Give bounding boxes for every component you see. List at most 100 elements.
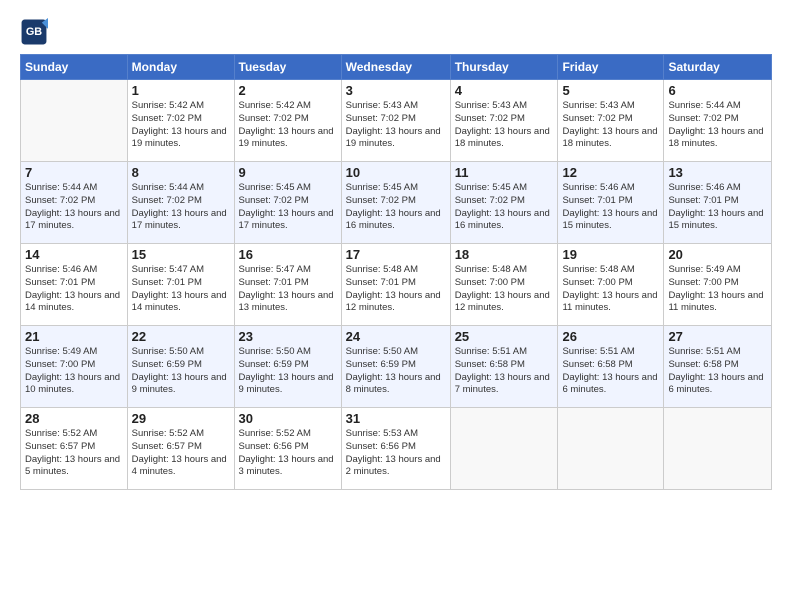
- day-number: 2: [239, 83, 337, 98]
- day-number: 25: [455, 329, 554, 344]
- day-info: Sunrise: 5:52 AMSunset: 6:57 PMDaylight:…: [132, 428, 230, 479]
- day-info: Sunrise: 5:44 AMSunset: 7:02 PMDaylight:…: [25, 182, 123, 233]
- calendar-cell: 11 Sunrise: 5:45 AMSunset: 7:02 PMDayligh…: [450, 162, 558, 244]
- calendar-cell: 19 Sunrise: 5:48 AMSunset: 7:00 PMDayligh…: [558, 244, 664, 326]
- day-info: Sunrise: 5:43 AMSunset: 7:02 PMDaylight:…: [562, 100, 659, 151]
- day-info: Sunrise: 5:45 AMSunset: 7:02 PMDaylight:…: [346, 182, 446, 233]
- day-info: Sunrise: 5:50 AMSunset: 6:59 PMDaylight:…: [132, 346, 230, 397]
- day-info: Sunrise: 5:43 AMSunset: 7:02 PMDaylight:…: [455, 100, 554, 151]
- calendar-week-row: 28 Sunrise: 5:52 AMSunset: 6:57 PMDayligh…: [21, 408, 772, 490]
- day-info: Sunrise: 5:46 AMSunset: 7:01 PMDaylight:…: [668, 182, 767, 233]
- weekday-wednesday: Wednesday: [341, 55, 450, 80]
- day-number: 15: [132, 247, 230, 262]
- day-info: Sunrise: 5:43 AMSunset: 7:02 PMDaylight:…: [346, 100, 446, 151]
- day-number: 3: [346, 83, 446, 98]
- day-number: 22: [132, 329, 230, 344]
- calendar-cell: 9Sunrise: 5:45 AMSunset: 7:02 PMDaylight…: [234, 162, 341, 244]
- day-number: 7: [25, 165, 123, 180]
- day-number: 17: [346, 247, 446, 262]
- calendar-week-row: 7 Sunrise: 5:44 AMSunset: 7:02 PMDaylight…: [21, 162, 772, 244]
- svg-text:GB: GB: [26, 26, 42, 38]
- calendar-cell: 13 Sunrise: 5:46 AMSunset: 7:01 PMDayligh…: [664, 162, 772, 244]
- weekday-header-row: SundayMondayTuesdayWednesdayThursdayFrid…: [21, 55, 772, 80]
- day-info: Sunrise: 5:46 AMSunset: 7:01 PMDaylight:…: [25, 264, 123, 315]
- day-number: 23: [239, 329, 337, 344]
- calendar-cell: 27 Sunrise: 5:51 AMSunset: 6:58 PMDayligh…: [664, 326, 772, 408]
- logo-icon: GB: [20, 18, 48, 46]
- day-number: 1: [132, 83, 230, 98]
- calendar-cell: 8Sunrise: 5:44 AMSunset: 7:02 PMDaylight…: [127, 162, 234, 244]
- calendar-cell: [558, 408, 664, 490]
- page: GB SundayMondayTuesdayWednesdayThursdayF…: [0, 0, 792, 500]
- day-info: Sunrise: 5:47 AMSunset: 7:01 PMDaylight:…: [132, 264, 230, 315]
- calendar-cell: 26 Sunrise: 5:51 AMSunset: 6:58 PMDayligh…: [558, 326, 664, 408]
- calendar-cell: 25 Sunrise: 5:51 AMSunset: 6:58 PMDayligh…: [450, 326, 558, 408]
- day-number: 27: [668, 329, 767, 344]
- weekday-saturday: Saturday: [664, 55, 772, 80]
- day-number: 10: [346, 165, 446, 180]
- day-info: Sunrise: 5:48 AMSunset: 7:01 PMDaylight:…: [346, 264, 446, 315]
- day-info: Sunrise: 5:51 AMSunset: 6:58 PMDaylight:…: [562, 346, 659, 397]
- day-info: Sunrise: 5:45 AMSunset: 7:02 PMDaylight:…: [455, 182, 554, 233]
- calendar-cell: 23 Sunrise: 5:50 AMSunset: 6:59 PMDayligh…: [234, 326, 341, 408]
- weekday-tuesday: Tuesday: [234, 55, 341, 80]
- calendar-cell: 5Sunrise: 5:43 AMSunset: 7:02 PMDaylight…: [558, 80, 664, 162]
- calendar-cell: 28 Sunrise: 5:52 AMSunset: 6:57 PMDayligh…: [21, 408, 128, 490]
- calendar-cell: 16Sunrise: 5:47 AMSunset: 7:01 PMDayligh…: [234, 244, 341, 326]
- logo: GB: [20, 18, 50, 46]
- calendar-cell: 3 Sunrise: 5:43 AMSunset: 7:02 PMDaylight…: [341, 80, 450, 162]
- day-info: Sunrise: 5:44 AMSunset: 7:02 PMDaylight:…: [132, 182, 230, 233]
- calendar-cell: [450, 408, 558, 490]
- calendar-cell: 15 Sunrise: 5:47 AMSunset: 7:01 PMDayligh…: [127, 244, 234, 326]
- day-number: 21: [25, 329, 123, 344]
- day-number: 12: [562, 165, 659, 180]
- calendar-cell: 21 Sunrise: 5:49 AMSunset: 7:00 PMDayligh…: [21, 326, 128, 408]
- calendar-cell: 31 Sunrise: 5:53 AMSunset: 6:56 PMDayligh…: [341, 408, 450, 490]
- calendar-cell: 14Sunrise: 5:46 AMSunset: 7:01 PMDayligh…: [21, 244, 128, 326]
- day-number: 13: [668, 165, 767, 180]
- day-number: 26: [562, 329, 659, 344]
- day-info: Sunrise: 5:52 AMSunset: 6:57 PMDaylight:…: [25, 428, 123, 479]
- calendar-cell: 2Sunrise: 5:42 AMSunset: 7:02 PMDaylight…: [234, 80, 341, 162]
- calendar-cell: 30 Sunrise: 5:52 AMSunset: 6:56 PMDayligh…: [234, 408, 341, 490]
- calendar-cell: [664, 408, 772, 490]
- calendar-cell: 10 Sunrise: 5:45 AMSunset: 7:02 PMDayligh…: [341, 162, 450, 244]
- day-number: 31: [346, 411, 446, 426]
- day-info: Sunrise: 5:44 AMSunset: 7:02 PMDaylight:…: [668, 100, 767, 151]
- day-info: Sunrise: 5:42 AMSunset: 7:02 PMDaylight:…: [132, 100, 230, 151]
- calendar-cell: 7 Sunrise: 5:44 AMSunset: 7:02 PMDaylight…: [21, 162, 128, 244]
- day-info: Sunrise: 5:50 AMSunset: 6:59 PMDaylight:…: [239, 346, 337, 397]
- day-number: 18: [455, 247, 554, 262]
- day-number: 30: [239, 411, 337, 426]
- day-info: Sunrise: 5:52 AMSunset: 6:56 PMDaylight:…: [239, 428, 337, 479]
- header: GB: [20, 18, 772, 46]
- day-number: 24: [346, 329, 446, 344]
- day-info: Sunrise: 5:51 AMSunset: 6:58 PMDaylight:…: [668, 346, 767, 397]
- calendar-cell: 12 Sunrise: 5:46 AMSunset: 7:01 PMDayligh…: [558, 162, 664, 244]
- day-info: Sunrise: 5:53 AMSunset: 6:56 PMDaylight:…: [346, 428, 446, 479]
- calendar-cell: 1 Sunrise: 5:42 AMSunset: 7:02 PMDaylight…: [127, 80, 234, 162]
- day-number: 9: [239, 165, 337, 180]
- calendar-cell: [21, 80, 128, 162]
- calendar-week-row: 21 Sunrise: 5:49 AMSunset: 7:00 PMDayligh…: [21, 326, 772, 408]
- day-info: Sunrise: 5:46 AMSunset: 7:01 PMDaylight:…: [562, 182, 659, 233]
- day-info: Sunrise: 5:51 AMSunset: 6:58 PMDaylight:…: [455, 346, 554, 397]
- day-info: Sunrise: 5:50 AMSunset: 6:59 PMDaylight:…: [346, 346, 446, 397]
- day-number: 19: [562, 247, 659, 262]
- day-number: 11: [455, 165, 554, 180]
- day-number: 6: [668, 83, 767, 98]
- day-info: Sunrise: 5:49 AMSunset: 7:00 PMDaylight:…: [25, 346, 123, 397]
- calendar-week-row: 1 Sunrise: 5:42 AMSunset: 7:02 PMDaylight…: [21, 80, 772, 162]
- calendar-cell: 24 Sunrise: 5:50 AMSunset: 6:59 PMDayligh…: [341, 326, 450, 408]
- day-number: 28: [25, 411, 123, 426]
- calendar-week-row: 14Sunrise: 5:46 AMSunset: 7:01 PMDayligh…: [21, 244, 772, 326]
- day-info: Sunrise: 5:47 AMSunset: 7:01 PMDaylight:…: [239, 264, 337, 315]
- calendar-cell: 20Sunrise: 5:49 AMSunset: 7:00 PMDayligh…: [664, 244, 772, 326]
- day-number: 4: [455, 83, 554, 98]
- day-number: 29: [132, 411, 230, 426]
- weekday-monday: Monday: [127, 55, 234, 80]
- calendar-cell: 29 Sunrise: 5:52 AMSunset: 6:57 PMDayligh…: [127, 408, 234, 490]
- weekday-sunday: Sunday: [21, 55, 128, 80]
- day-info: Sunrise: 5:48 AMSunset: 7:00 PMDaylight:…: [562, 264, 659, 315]
- calendar-cell: 4 Sunrise: 5:43 AMSunset: 7:02 PMDaylight…: [450, 80, 558, 162]
